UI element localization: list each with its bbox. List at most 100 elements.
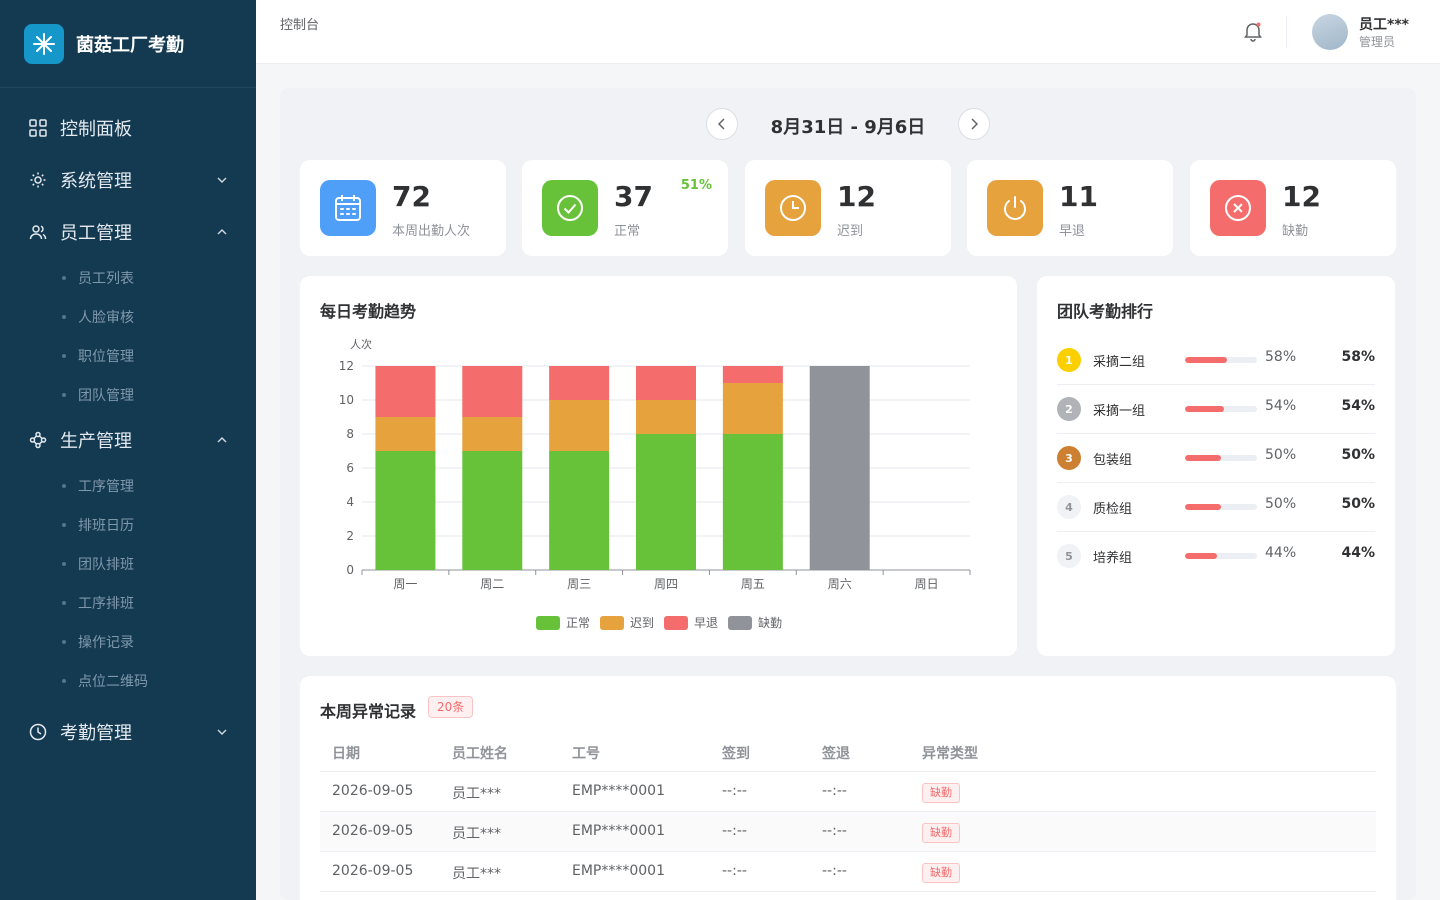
ranking-row: 3 包装组 50% 50% xyxy=(1057,434,1375,483)
sidebar-subitem-team-schedule[interactable]: 团队排班 xyxy=(0,544,256,583)
bullet-dot xyxy=(62,314,66,319)
bullet-dot xyxy=(62,353,66,358)
column-header[interactable]: 签退 xyxy=(822,743,850,763)
legend-label: 正常 xyxy=(566,616,591,630)
chart-legend: 正常 迟到 早退 缺勤 xyxy=(536,614,792,631)
trend-title: 每日考勤趋势 xyxy=(320,302,417,321)
chevron-up-icon xyxy=(216,226,228,238)
sidebar-subitem-label: 操作记录 xyxy=(78,634,134,651)
stat-percent: 51% xyxy=(680,178,712,193)
avatar[interactable] xyxy=(1312,14,1348,50)
sidebar-item-production[interactable]: 生产管理 xyxy=(0,414,256,466)
sidebar-item-label: 生产管理 xyxy=(60,431,132,452)
stat-value: 12 xyxy=(837,180,876,213)
stat-value: 12 xyxy=(1282,180,1321,213)
sidebar-item-label: 控制面板 xyxy=(60,119,132,140)
team-name: 采摘一组 xyxy=(1093,404,1146,419)
prev-week-button[interactable] xyxy=(706,108,738,140)
dashboard-icon xyxy=(28,118,48,138)
breadcrumb[interactable]: 控制台 xyxy=(280,14,319,33)
bar-早退 xyxy=(636,366,696,400)
bar-正常 xyxy=(549,451,610,570)
legend-item-late[interactable]: 迟到 xyxy=(600,614,654,631)
column-header[interactable]: 工号 xyxy=(572,743,600,763)
sidebar-item-system[interactable]: 系统管理 xyxy=(0,154,256,206)
check-circle-icon xyxy=(542,180,598,236)
legend-item-absent[interactable]: 缺勤 xyxy=(728,614,782,631)
sidebar-subitem-positions[interactable]: 职位管理 xyxy=(0,336,256,375)
rank-percent: 50% xyxy=(1341,447,1375,463)
bell-icon[interactable] xyxy=(1242,20,1264,42)
bullet-dot xyxy=(62,600,66,605)
legend-label: 迟到 xyxy=(630,616,655,630)
column-header[interactable]: 员工姓名 xyxy=(452,743,508,763)
sidebar-item-attendance[interactable]: 考勤管理 xyxy=(0,706,256,758)
progress-fill xyxy=(1185,357,1227,363)
x-circle-icon xyxy=(1210,180,1266,236)
x-tick-label: 周五 xyxy=(741,577,765,591)
stat-label: 正常 xyxy=(614,224,641,239)
week-range: 8月31日 - 9月6日 xyxy=(770,117,926,138)
legend-item-early[interactable]: 早退 xyxy=(664,614,718,631)
sidebar-subitem-teams[interactable]: 团队管理 xyxy=(0,375,256,414)
rank-badge: 1 xyxy=(1057,348,1081,372)
sidebar-subitem-label: 点位二维码 xyxy=(78,673,148,690)
next-week-button[interactable] xyxy=(958,108,990,140)
clock-icon xyxy=(765,180,821,236)
anomaly-table: 日期 员工姓名 工号 签到 签退 异常类型 2026-09-05 员工*** EMP… xyxy=(320,732,1376,892)
legend-swatch xyxy=(728,615,753,630)
stat-label: 早退 xyxy=(1059,224,1086,239)
legend-swatch xyxy=(600,615,625,630)
table-cell: 2026-09-05 xyxy=(332,863,414,879)
legend-swatch xyxy=(536,615,560,630)
table-cell: --:-- xyxy=(722,823,747,839)
sidebar-subitem-process-schedule[interactable]: 工序排班 xyxy=(0,583,256,622)
bullet-dot xyxy=(62,678,66,683)
table-body: 2026-09-05 员工*** EMP****0001 --:-- --:-- 缺勤 20… xyxy=(320,772,1376,892)
x-tick-label: 周四 xyxy=(654,577,678,591)
rank-badge: 3 xyxy=(1057,446,1081,470)
y-tick-label: 8 xyxy=(346,427,354,441)
column-header[interactable]: 签到 xyxy=(722,743,750,763)
ranking-panel: 团队考勤排行 1 采摘二组 58% 58% 2 采摘一组 54% 54% 3 包装组 50% 50% 4… xyxy=(1037,276,1395,656)
column-header[interactable]: 异常类型 xyxy=(922,743,978,763)
bar-早退 xyxy=(375,366,436,417)
sidebar-subitem-operation-log[interactable]: 操作记录 xyxy=(0,622,256,661)
table-row[interactable]: 2026-09-05 员工*** EMP****0001 --:-- --:-- 缺勤 xyxy=(320,772,1376,812)
bar-迟到 xyxy=(636,400,696,434)
x-tick-label: 周六 xyxy=(828,577,852,591)
progress-fill xyxy=(1185,504,1221,510)
sidebar-item-dashboard[interactable]: 控制面板 xyxy=(0,102,256,154)
stat-value: 37 xyxy=(614,180,653,213)
table-row[interactable]: 2026-09-05 员工*** EMP****0001 --:-- --:-- 缺勤 xyxy=(320,812,1376,852)
sidebar-subitem-qrcode[interactable]: 点位二维码 xyxy=(0,661,256,700)
sidebar-subitem-employee-list[interactable]: 员工列表 xyxy=(0,258,256,297)
legend-item-normal[interactable]: 正常 xyxy=(536,614,590,631)
sidebar-item-employees[interactable]: 员工管理 xyxy=(0,206,256,258)
bar-正常 xyxy=(636,434,696,570)
status-badge: 缺勤 xyxy=(922,863,960,883)
progress-fill xyxy=(1185,406,1224,412)
team-name: 采摘二组 xyxy=(1093,355,1146,370)
stat-card-absent: 12 缺勤 xyxy=(1190,160,1396,256)
progress-bar xyxy=(1185,406,1257,412)
table-cell: 员工*** xyxy=(452,866,501,882)
bullet-dot xyxy=(62,483,66,488)
y-tick-label: 2 xyxy=(346,529,354,543)
team-name: 质检组 xyxy=(1093,502,1133,517)
x-tick-label: 周三 xyxy=(567,577,591,591)
anomaly-title: 本周异常记录 xyxy=(320,702,417,721)
rank-percent: 50% xyxy=(1341,496,1375,512)
sidebar-subitem-face-review[interactable]: 人脸审核 xyxy=(0,297,256,336)
sidebar-subitem-schedule-calendar[interactable]: 排班日历 xyxy=(0,505,256,544)
bar-正常 xyxy=(722,434,783,570)
table-row[interactable]: 2026-09-05 员工*** EMP****0001 --:-- --:-- 缺勤 xyxy=(320,852,1376,892)
sidebar-subitem-label: 员工列表 xyxy=(78,270,134,287)
user-name[interactable]: 员工*** xyxy=(1359,14,1409,34)
sidebar-subitem-process[interactable]: 工序管理 xyxy=(0,466,256,505)
column-header[interactable]: 日期 xyxy=(332,743,360,763)
table-header: 日期 员工姓名 工号 签到 签退 异常类型 xyxy=(320,732,1376,772)
y-tick-label: 6 xyxy=(346,461,354,475)
legend-swatch xyxy=(664,615,689,630)
legend-label: 早退 xyxy=(694,616,719,630)
